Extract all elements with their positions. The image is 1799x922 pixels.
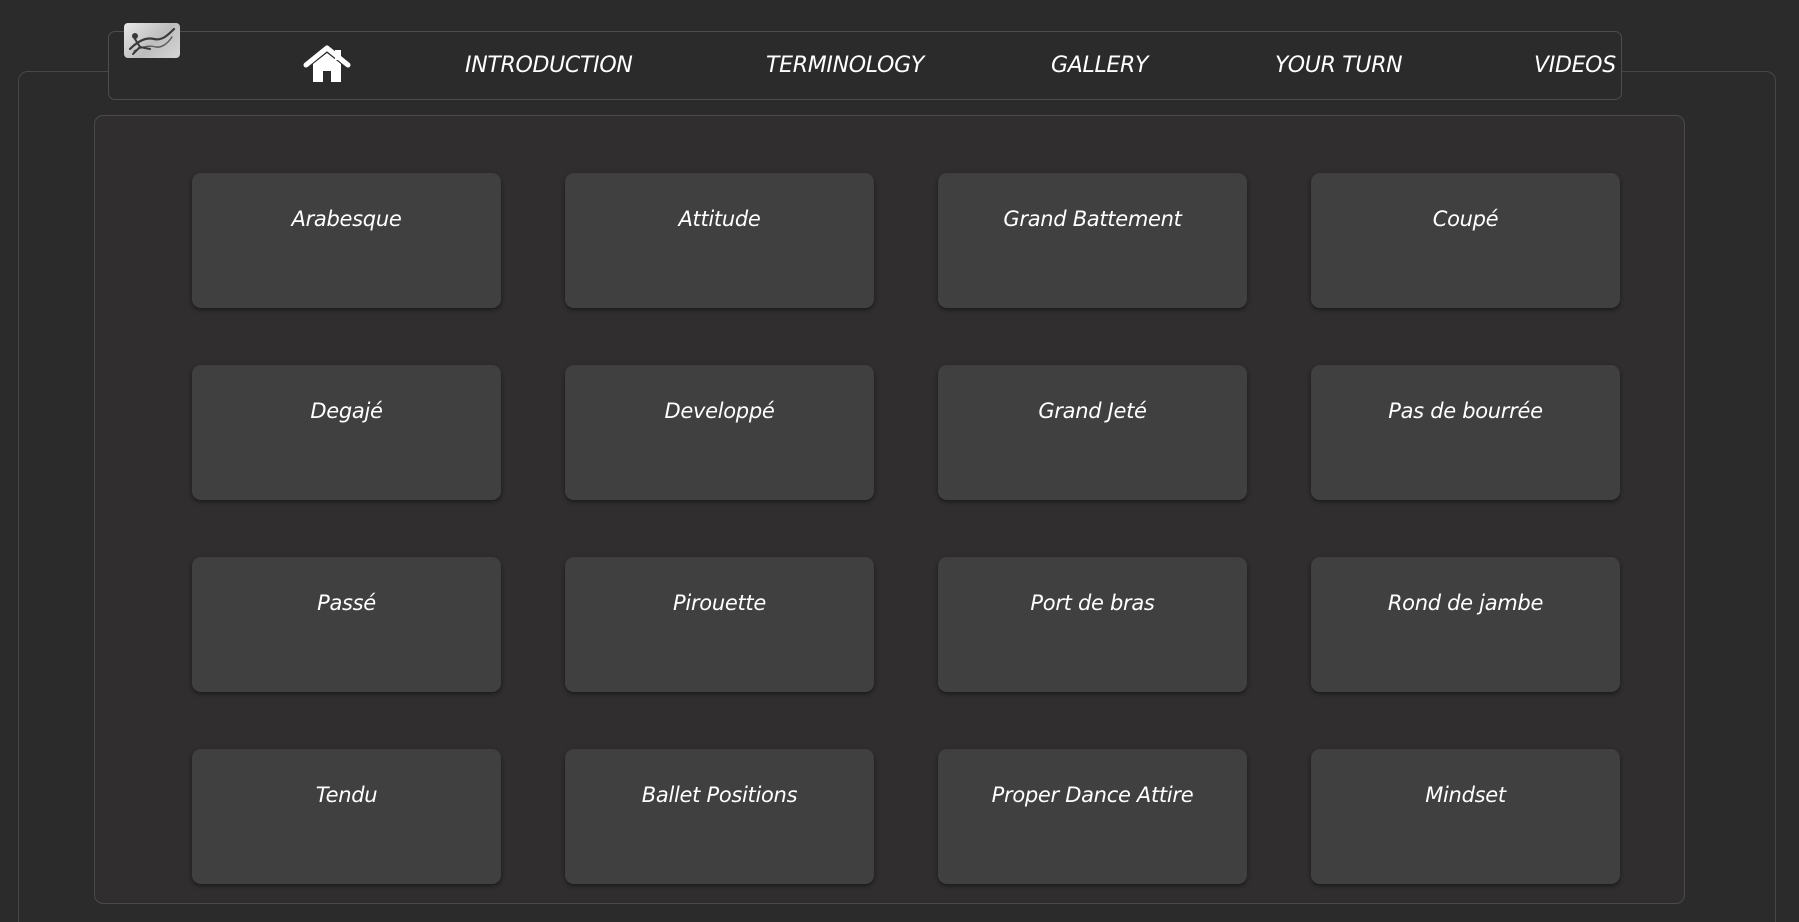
nav-gallery[interactable]: GALLERY [1051,49,1148,83]
term-card-pas-de-bourree[interactable]: Pas de bourrée [1311,365,1620,500]
dancer-logo[interactable] [124,23,180,58]
nav-your-turn[interactable]: YOUR TURN [1275,49,1403,83]
term-card-pirouette[interactable]: Pirouette [565,557,874,692]
term-card-port-de-bras[interactable]: Port de bras [938,557,1247,692]
term-card-developpe[interactable]: Developpé [565,365,874,500]
term-card-grand-battement[interactable]: Grand Battement [938,173,1247,308]
term-card-tendu[interactable]: Tendu [192,749,501,884]
nav-terminology[interactable]: TERMINOLOGY [766,49,924,83]
term-card-attitude[interactable]: Attitude [565,173,874,308]
term-card-mindset[interactable]: Mindset [1311,749,1620,884]
term-card-rond-de-jambe[interactable]: Rond de jambe [1311,557,1620,692]
term-card-passe[interactable]: Passé [192,557,501,692]
nav-videos[interactable]: VIDEOS [1534,49,1616,83]
dancer-silhouette-icon [128,27,176,55]
term-card-grand-jete[interactable]: Grand Jeté [938,365,1247,500]
nav-introduction[interactable]: INTRODUCTION [465,49,633,83]
term-card-degaje[interactable]: Degajé [192,365,501,500]
term-card-ballet-positions[interactable]: Ballet Positions [565,749,874,884]
term-card-arabesque[interactable]: Arabesque [192,173,501,308]
house-icon [303,45,351,82]
home-icon[interactable] [302,44,352,84]
page: INTRODUCTION TERMINOLOGY GALLERY YOUR TU… [0,0,1799,922]
term-card-proper-dance-attire[interactable]: Proper Dance Attire [938,749,1247,884]
term-card-coupe[interactable]: Coupé [1311,173,1620,308]
terminology-grid: Arabesque Attitude Grand Battement Coupé… [192,173,1620,884]
